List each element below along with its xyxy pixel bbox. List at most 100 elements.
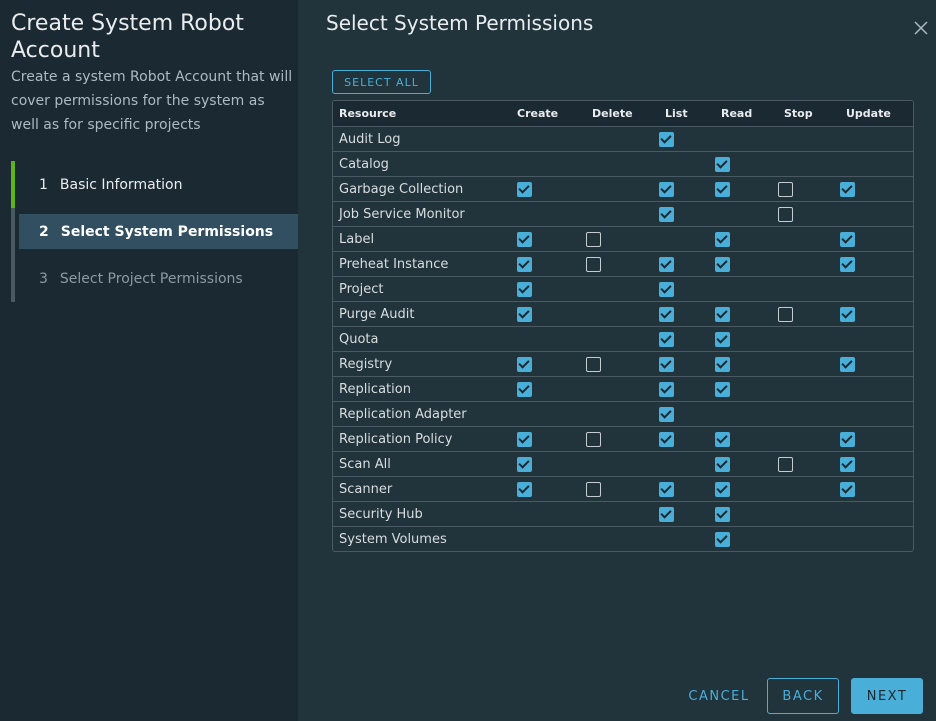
delete-checkbox[interactable] <box>586 356 601 372</box>
read-cell <box>715 477 778 502</box>
create-checkbox[interactable] <box>517 281 532 297</box>
read-checkbox[interactable] <box>715 481 730 497</box>
list-checkbox[interactable] <box>659 381 674 397</box>
create-checkbox[interactable] <box>517 256 532 272</box>
read-cell <box>715 452 778 477</box>
create-checkbox[interactable] <box>517 431 532 447</box>
header-list: List <box>665 107 688 120</box>
resource-name: Project <box>339 281 384 297</box>
stop-cell <box>778 377 840 402</box>
list-cell <box>659 377 715 402</box>
list-checkbox[interactable] <box>659 256 674 272</box>
stop-checkbox[interactable] <box>778 206 793 222</box>
stop-checkbox[interactable] <box>778 456 793 472</box>
update-checkbox[interactable] <box>840 431 855 447</box>
read-checkbox[interactable] <box>715 231 730 247</box>
table-header: Resource Create Delete List Read Stop Up… <box>333 101 913 127</box>
back-button[interactable]: BACK <box>767 678 839 714</box>
create-checkbox[interactable] <box>517 306 532 322</box>
list-checkbox[interactable] <box>659 131 674 147</box>
update-cell <box>840 302 910 327</box>
delete-cell <box>586 477 659 502</box>
list-checkbox[interactable] <box>659 281 674 297</box>
read-checkbox[interactable] <box>715 306 730 322</box>
delete-cell <box>586 177 659 202</box>
update-cell <box>840 377 910 402</box>
read-checkbox[interactable] <box>715 381 730 397</box>
resource-name: Garbage Collection <box>339 181 464 197</box>
step-select-system-permissions[interactable]: 2 Select System Permissions <box>11 208 298 255</box>
next-button[interactable]: NEXT <box>851 678 923 714</box>
read-checkbox[interactable] <box>715 506 730 522</box>
list-checkbox[interactable] <box>659 331 674 347</box>
header-create: Create <box>517 107 559 120</box>
table-row: Replication Policy <box>333 427 913 452</box>
delete-cell <box>586 352 659 377</box>
update-checkbox[interactable] <box>840 356 855 372</box>
stop-checkbox[interactable] <box>778 306 793 322</box>
stop-cell <box>778 277 840 302</box>
create-cell <box>511 477 586 502</box>
cancel-button[interactable]: CANCEL <box>684 678 754 714</box>
create-checkbox[interactable] <box>517 356 532 372</box>
update-checkbox[interactable] <box>840 181 855 197</box>
read-checkbox[interactable] <box>715 156 730 172</box>
stop-cell <box>778 327 840 352</box>
update-cell <box>840 527 910 551</box>
resource-name: Replication <box>339 381 411 397</box>
stop-checkbox[interactable] <box>778 181 793 197</box>
create-checkbox[interactable] <box>517 231 532 247</box>
list-checkbox[interactable] <box>659 506 674 522</box>
read-cell <box>715 302 778 327</box>
delete-checkbox[interactable] <box>586 431 601 447</box>
list-checkbox[interactable] <box>659 431 674 447</box>
delete-checkbox[interactable] <box>586 481 601 497</box>
list-cell <box>659 327 715 352</box>
step-select-project-permissions[interactable]: 3 Select Project Permissions <box>11 255 298 302</box>
update-checkbox[interactable] <box>840 256 855 272</box>
create-checkbox[interactable] <box>517 181 532 197</box>
read-cell <box>715 377 778 402</box>
read-cell <box>715 227 778 252</box>
read-checkbox[interactable] <box>715 181 730 197</box>
update-checkbox[interactable] <box>840 481 855 497</box>
create-checkbox[interactable] <box>517 456 532 472</box>
update-cell <box>840 177 910 202</box>
read-checkbox[interactable] <box>715 356 730 372</box>
list-cell <box>659 402 715 427</box>
list-cell <box>659 427 715 452</box>
read-checkbox[interactable] <box>715 331 730 347</box>
update-cell <box>840 202 910 227</box>
delete-checkbox[interactable] <box>586 231 601 247</box>
list-checkbox[interactable] <box>659 481 674 497</box>
update-checkbox[interactable] <box>840 456 855 472</box>
create-cell <box>511 502 586 527</box>
read-checkbox[interactable] <box>715 431 730 447</box>
stop-cell <box>778 452 840 477</box>
read-checkbox[interactable] <box>715 256 730 272</box>
create-cell <box>511 352 586 377</box>
read-checkbox[interactable] <box>715 456 730 472</box>
list-cell <box>659 277 715 302</box>
resource-name: Quota <box>339 331 379 347</box>
table-row: Replication <box>333 377 913 402</box>
create-checkbox[interactable] <box>517 481 532 497</box>
update-cell <box>840 152 910 177</box>
list-checkbox[interactable] <box>659 306 674 322</box>
list-checkbox[interactable] <box>659 181 674 197</box>
create-checkbox[interactable] <box>517 381 532 397</box>
list-checkbox[interactable] <box>659 406 674 422</box>
step-label: Select Project Permissions <box>59 270 243 287</box>
update-checkbox[interactable] <box>840 306 855 322</box>
read-checkbox[interactable] <box>715 532 730 547</box>
update-checkbox[interactable] <box>840 231 855 247</box>
step-basic-information[interactable]: 1 Basic Information <box>11 161 298 208</box>
close-button[interactable] <box>912 18 930 36</box>
resource-name: Audit Log <box>339 131 401 147</box>
list-checkbox[interactable] <box>659 356 674 372</box>
select-all-button[interactable]: SELECT ALL <box>332 70 431 94</box>
delete-checkbox[interactable] <box>586 256 601 272</box>
list-checkbox[interactable] <box>659 206 674 222</box>
create-cell <box>511 327 586 352</box>
update-cell <box>840 427 910 452</box>
